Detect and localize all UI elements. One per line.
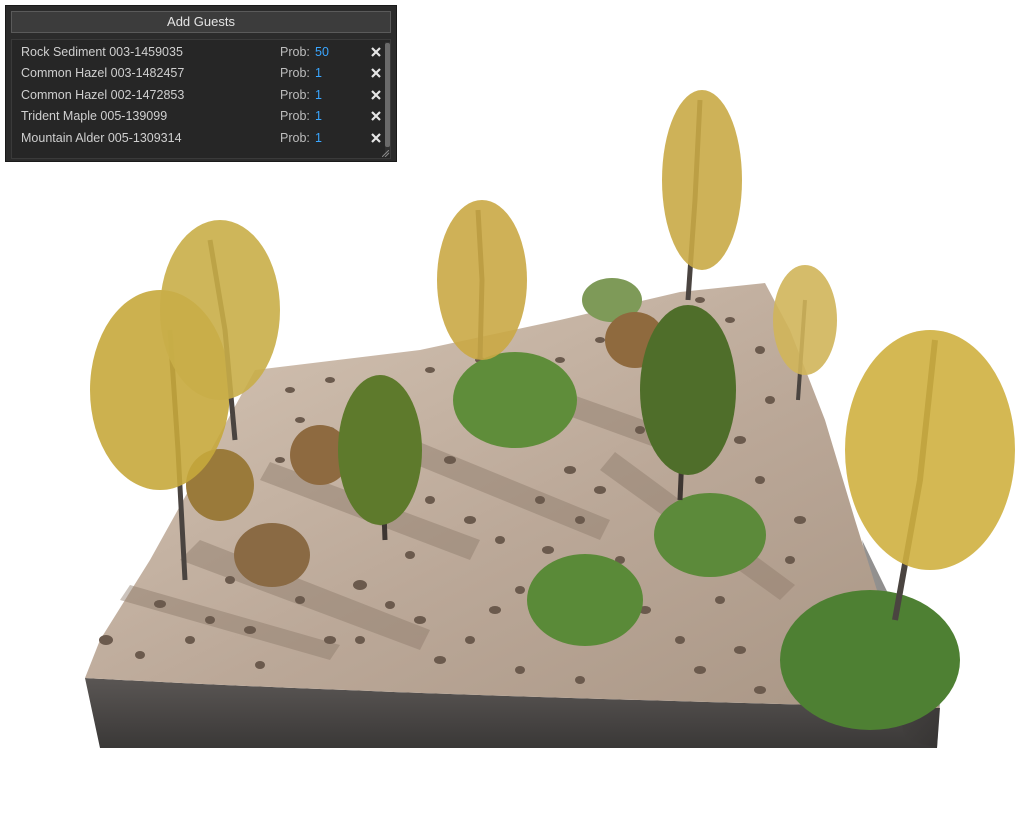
add-guests-button[interactable]: Add Guests: [11, 11, 391, 33]
close-icon: [371, 68, 381, 78]
prob-value[interactable]: 1: [315, 128, 322, 148]
tree-center: [437, 200, 527, 361]
remove-guest-button[interactable]: [369, 63, 383, 83]
remove-guest-button[interactable]: [369, 106, 383, 126]
list-item[interactable]: Trident Maple 005-139099 Prob: 1: [12, 106, 384, 126]
prob-label: Prob:: [280, 45, 310, 59]
remove-guest-button[interactable]: [369, 85, 383, 105]
list-item[interactable]: Rock Sediment 003-1459035 Prob: 50: [12, 42, 384, 62]
remove-guest-button[interactable]: [369, 128, 383, 148]
close-icon: [371, 47, 381, 57]
guest-name: Mountain Alder 005-1309314: [21, 131, 182, 145]
scrollbar-thumb[interactable]: [385, 43, 390, 147]
guest-list: Rock Sediment 003-1459035 Prob: 50 Commo…: [11, 39, 391, 159]
close-icon: [371, 90, 381, 100]
prob-value[interactable]: 50: [315, 42, 329, 62]
resize-grip-icon[interactable]: [382, 150, 389, 157]
guest-name: Common Hazel 002-1472853: [21, 88, 185, 102]
prob-value[interactable]: 1: [315, 63, 322, 83]
tree-top: [662, 90, 742, 301]
close-icon: [371, 133, 381, 143]
guests-panel: Add Guests Rock Sediment 003-1459035 Pro…: [5, 5, 397, 162]
list-item[interactable]: Common Hazel 002-1472853 Prob: 1: [12, 85, 384, 105]
guest-name: Common Hazel 003-1482457: [21, 66, 185, 80]
prob-label: Prob:: [280, 66, 310, 80]
prob-label: Prob:: [280, 131, 310, 145]
list-item[interactable]: Mountain Alder 005-1309314 Prob: 1: [12, 128, 384, 148]
remove-guest-button[interactable]: [369, 42, 383, 62]
close-icon: [371, 111, 381, 121]
guest-name: Rock Sediment 003-1459035: [21, 45, 183, 59]
prob-label: Prob:: [280, 109, 310, 123]
guest-name: Trident Maple 005-139099: [21, 109, 168, 123]
prob-label: Prob:: [280, 88, 310, 102]
list-item[interactable]: Common Hazel 003-1482457 Prob: 1: [12, 63, 384, 83]
prob-value[interactable]: 1: [315, 106, 322, 126]
prob-value[interactable]: 1: [315, 85, 322, 105]
